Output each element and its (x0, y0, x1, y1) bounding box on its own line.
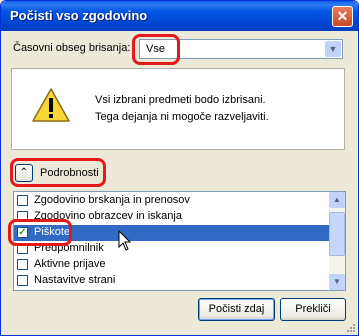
list-item-label: Aktivne prijave (34, 258, 106, 270)
time-range-highlight (132, 34, 180, 65)
list-item[interactable]: Zgodovino brskanja in prenosov (14, 193, 329, 209)
scrollbar-thumb[interactable] (329, 212, 345, 256)
details-highlight (10, 158, 106, 187)
time-range-label: Časovni obseg brisanja: (13, 42, 131, 54)
list-item-label: Zgodovino brskanja in prenosov (34, 194, 190, 206)
dialog-title: Počisti vso zgodovino (10, 8, 148, 23)
resize-grip-icon[interactable] (345, 322, 356, 333)
mouse-pointer-icon (118, 230, 132, 251)
warning-message-line2: Tega dejanja ni mogoče razveljaviti. (95, 111, 269, 123)
list-item[interactable]: Nastavitve strani (14, 273, 329, 289)
scroll-down-icon[interactable]: ▼ (329, 274, 345, 290)
checkbox[interactable] (17, 195, 28, 206)
clear-history-dialog: Počisti vso zgodovino ✕ Časovni obseg br… (0, 0, 359, 336)
warning-message-line1: Vsi izbrani predmeti bodo izbrisani. (95, 94, 266, 106)
clear-now-button[interactable]: Počisti zdaj (198, 298, 275, 321)
list-item[interactable]: Aktivne prijave (14, 257, 329, 273)
close-button[interactable]: ✕ (332, 6, 353, 27)
clear-now-label: Počisti zdaj (208, 303, 265, 315)
warning-triangle-icon (32, 88, 70, 122)
vertical-scrollbar[interactable]: ▲ ▼ (329, 192, 345, 290)
checkbox[interactable] (17, 259, 28, 270)
cookies-highlight (8, 219, 72, 246)
scroll-up-icon[interactable]: ▲ (329, 192, 345, 208)
title-bar: Počisti vso zgodovino ✕ (1, 1, 358, 31)
cancel-button[interactable]: Prekliči (280, 298, 346, 321)
close-icon: ✕ (336, 8, 349, 24)
warning-panel: Vsi izbrani predmeti bodo izbrisani. Teg… (11, 68, 345, 150)
chevron-down-icon[interactable]: ▼ (325, 41, 341, 57)
checkbox[interactable] (17, 275, 28, 286)
list-item-label: Nastavitve strani (34, 274, 116, 286)
cancel-label: Prekliči (295, 303, 331, 315)
